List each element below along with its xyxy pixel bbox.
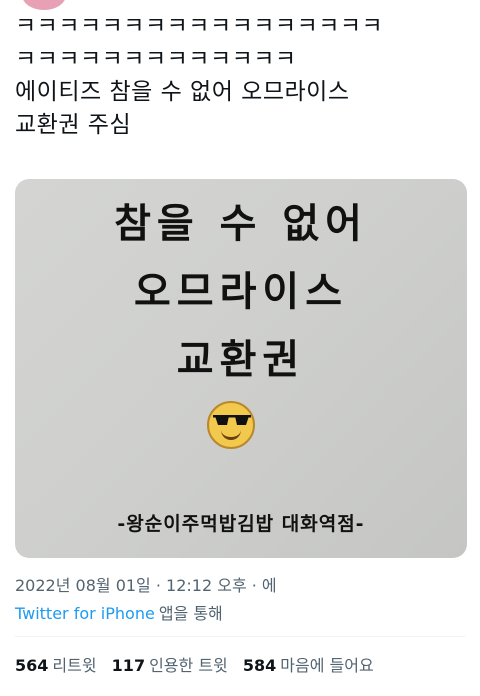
tweet-line: ㅋㅋㅋㅋㅋㅋㅋㅋㅋㅋㅋㅋㅋ <box>15 46 297 72</box>
tweet-line: 에이티즈 참을 수 없어 오므라이스 <box>15 79 350 105</box>
likes-count: 584 <box>242 656 277 675</box>
photo-text-line: 오므라이스 <box>134 269 348 315</box>
tweet-line: ㅋㅋㅋㅋㅋㅋㅋㅋㅋㅋㅋㅋㅋㅋㅋㅋㅋ <box>15 13 384 39</box>
photo-text-line: 교환권 <box>176 337 306 383</box>
retweets-count: 564 <box>15 656 49 675</box>
likes-stat[interactable]: 584 마음에 들어요 <box>243 656 374 675</box>
sunglasses-smiley-icon <box>207 401 255 449</box>
photo-footer-text: -왕순이주먹밥김밥 대화역점- <box>117 513 365 535</box>
smile-mouth <box>221 427 241 440</box>
sunglasses-icon <box>213 415 251 425</box>
quotes-label: 인용한 트윗 <box>149 656 228 675</box>
quotes-count: 117 <box>111 656 146 675</box>
photo-text-line: 참을 수 없어 <box>114 201 368 247</box>
tweet-line: 교환권 주심 <box>15 112 132 138</box>
likes-label: 마음에 들어요 <box>280 656 374 675</box>
tweet-photo[interactable]: 참을 수 없어 오므라이스 교환권 -왕순이주먹밥김밥 대화역점- <box>15 179 467 558</box>
divider <box>15 636 465 637</box>
tweet-source: Twitter for iPhone 앱을 통해 <box>15 600 223 624</box>
tweet-text: ㅋㅋㅋㅋㅋㅋㅋㅋㅋㅋㅋㅋㅋㅋㅋㅋㅋ ㅋㅋㅋㅋㅋㅋㅋㅋㅋㅋㅋㅋㅋ 에이티즈 참을 … <box>15 10 470 142</box>
retweets-stat[interactable]: 564 리트윗 <box>15 656 97 675</box>
tweet-stats: 564 리트윗 117 인용한 트윗 584 마음에 들어요 <box>15 652 384 676</box>
tweet-timestamp[interactable]: 2022년 08월 01일 · 12:12 오후 · 에 <box>15 572 277 596</box>
avatar[interactable] <box>22 0 66 10</box>
source-suffix: 앱을 통해 <box>158 604 223 623</box>
quotes-stat[interactable]: 117 인용한 트윗 <box>112 656 228 675</box>
retweets-label: 리트윗 <box>52 656 97 675</box>
source-link[interactable]: Twitter for iPhone <box>15 604 155 623</box>
